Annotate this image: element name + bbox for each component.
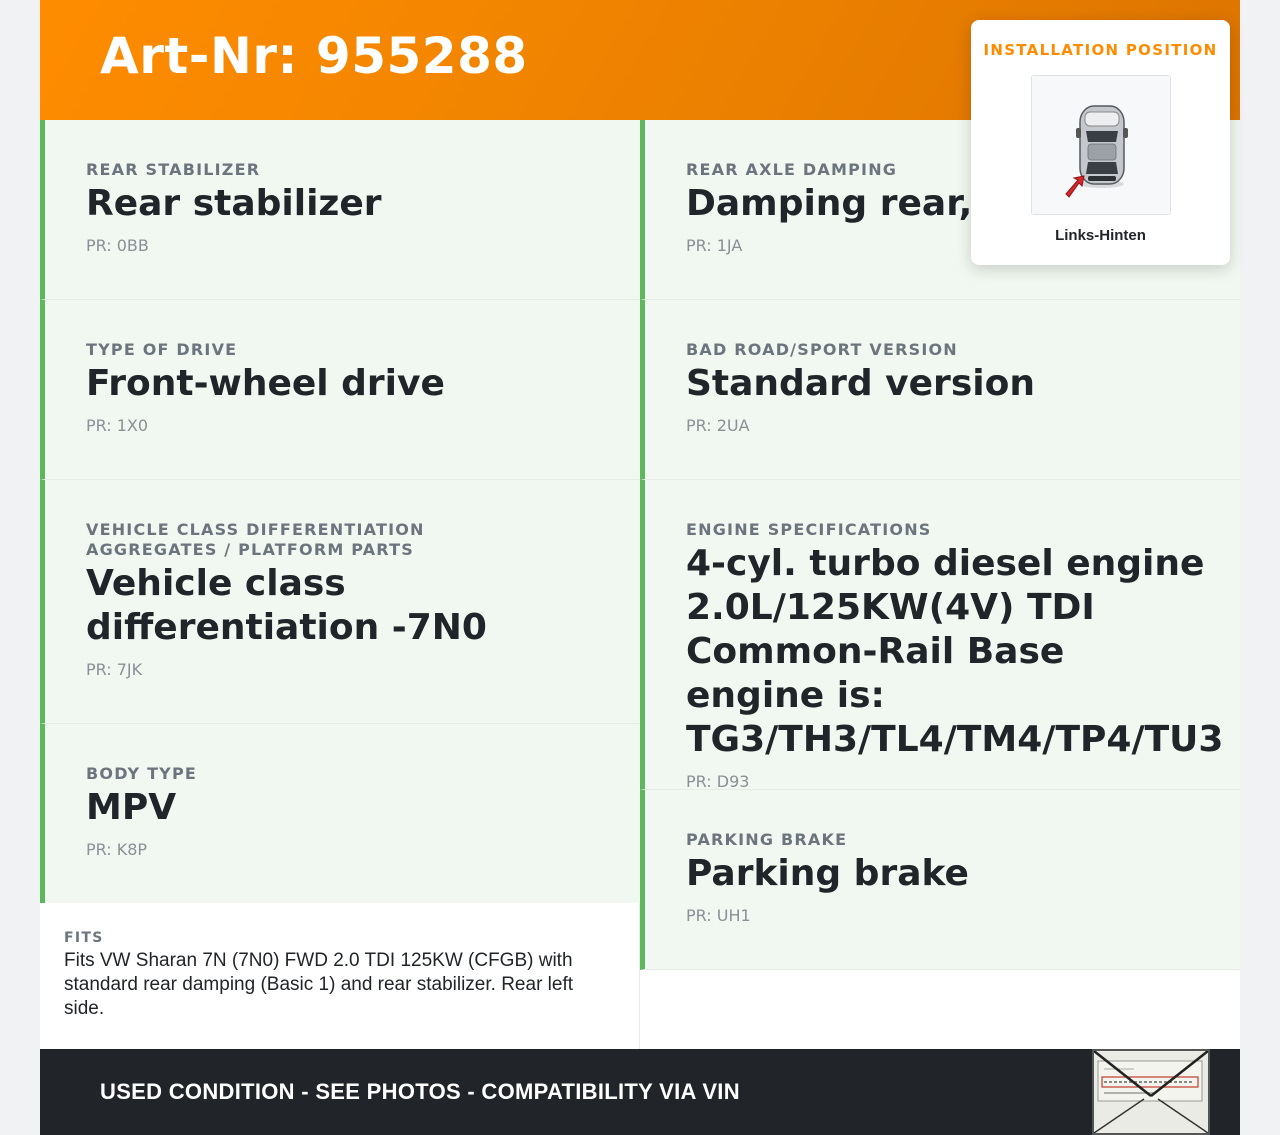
vin-plate-photo-icon[interactable] (1092, 1049, 1210, 1135)
spec-value: Front-wheel drive (86, 363, 445, 404)
spec-label: VEHICLE CLASS DIFFERENTIATION AGGREGATES… (86, 520, 425, 559)
installation-caption: Links-Hinten (1055, 227, 1146, 244)
spec-card-bad-road-version: BAD ROAD/SPORT VERSION Standard version … (640, 300, 1240, 480)
spec-label: TYPE OF DRIVE (86, 340, 238, 359)
spec-value: Rear stabilizer (86, 183, 382, 224)
spec-card-parking-brake: PARKING BRAKE Parking brake PR: UH1 (640, 790, 1240, 970)
spec-pr-code: PR: D93 (686, 772, 750, 791)
spec-card-type-of-drive: TYPE OF DRIVE Front-wheel drive PR: 1X0 (40, 300, 640, 480)
spec-pr-code: PR: 0BB (86, 236, 149, 255)
article-number-title: Art-Nr: 955288 (100, 27, 528, 85)
spec-value: Standard version (686, 363, 1035, 404)
spec-pr-code: PR: 2UA (686, 416, 750, 435)
spec-pr-code: PR: UH1 (686, 906, 751, 925)
fits-section: FITS Fits VW Sharan 7N (7N0) FWD 2.0 TDI… (40, 903, 640, 1049)
spec-label: PARKING BRAKE (686, 830, 848, 849)
spec-card-vehicle-class: VEHICLE CLASS DIFFERENTIATION AGGREGATES… (40, 480, 640, 724)
installation-position-card: INSTALLATION POSITION Links-Hinten (971, 20, 1230, 265)
spec-label: BODY TYPE (86, 764, 198, 783)
spec-label: BAD ROAD/SPORT VERSION (686, 340, 958, 359)
spec-card-body-type: BODY TYPE MPV PR: K8P (40, 724, 640, 904)
fits-label: FITS (64, 930, 104, 946)
spec-value: Parking brake (686, 853, 969, 894)
spec-value: Vehicle class differentiation -7N0 (86, 563, 487, 648)
spec-label: REAR STABILIZER (86, 160, 261, 179)
car-diagram (1032, 76, 1170, 214)
spec-pr-code: PR: K8P (86, 840, 148, 859)
fits-description: Fits VW Sharan 7N (7N0) FWD 2.0 TDI 125K… (64, 950, 574, 1019)
footer-bar: USED CONDITION - SEE PHOTOS - COMPATIBIL… (40, 1049, 1240, 1135)
installation-title: INSTALLATION POSITION (983, 41, 1218, 59)
spec-value: MPV (86, 787, 177, 828)
spec-pr-code: PR: 7JK (86, 660, 143, 679)
vin-plate-graphic (1094, 1051, 1208, 1133)
spec-card-engine: ENGINE SPECIFICATIONS 4-cyl. turbo diese… (640, 480, 1240, 791)
product-sheet: Art-Nr: 955288 REAR STABILIZER Rear stab… (40, 0, 1240, 1135)
footer-notice: USED CONDITION - SEE PHOTOS - COMPATIBIL… (100, 1079, 740, 1104)
spec-value: 4-cyl. turbo diesel engine 2.0L/125KW(4V… (686, 543, 1224, 760)
spec-label: ENGINE SPECIFICATIONS (686, 520, 932, 539)
spec-pr-code: PR: 1X0 (86, 416, 149, 435)
spec-card-rear-stabilizer: REAR STABILIZER Rear stabilizer PR: 0BB (40, 120, 640, 300)
car-top-view-icon (1031, 75, 1171, 215)
